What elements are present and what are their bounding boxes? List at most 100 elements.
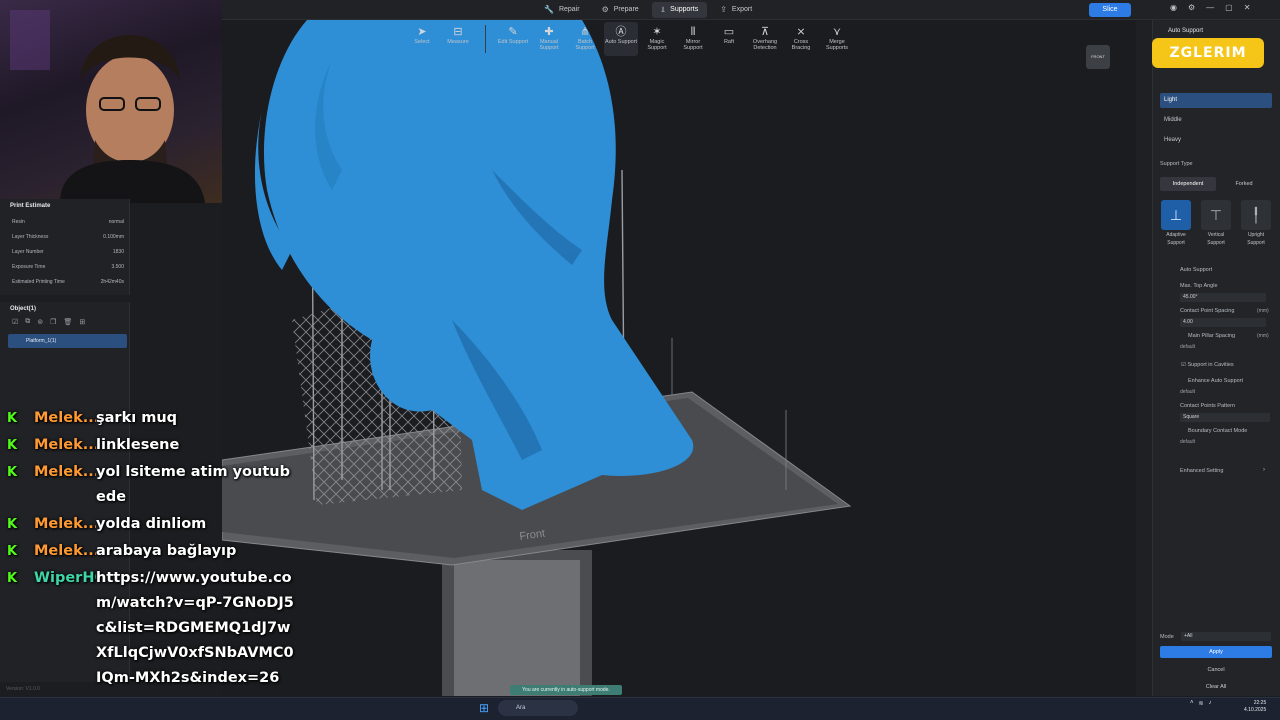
tool-select[interactable]: ➤ Select [405,22,439,56]
system-tray: ˄ ≋ ♪ [1190,700,1212,707]
apply-button[interactable]: Apply [1160,646,1272,658]
export-icon: ⇪ [720,5,727,14]
type-upright-support[interactable]: ╿ Upright Support [1239,200,1273,246]
type-caption: Support [1207,240,1225,246]
nav-supports[interactable]: ⫫ Supports [651,2,708,18]
nav-export[interactable]: ⇪ Export [711,2,761,18]
tool-batch-support[interactable]: ⋔ Batch Support [568,22,602,56]
cancel-button[interactable]: Cancel [1160,664,1272,676]
tool-mirror-support[interactable]: ⫴ Mirror Support [676,22,710,56]
estimate-value: 0.100mm [103,234,124,240]
density-heavy[interactable]: Heavy [1160,133,1272,148]
density-light[interactable]: Light [1160,93,1272,108]
tool-auto-support[interactable]: Ⓐ Auto Support [604,22,638,56]
taskbar [0,697,1280,720]
maximize-icon[interactable]: ▢ [1225,3,1233,12]
tool-label: Cross Bracing [791,39,811,51]
adaptive-support-icon: ⊥ [1161,200,1191,230]
windows-start-icon[interactable]: ⊞ [479,701,489,715]
chat-message: K Melek... şarkı muq [0,406,420,431]
button-label: Clear All [1205,684,1227,690]
estimate-key: Estimated Printing Time [12,279,65,285]
enhance-value[interactable]: default [1180,389,1195,395]
pillar-spacing-value[interactable]: default [1180,344,1195,350]
app-window: 🔧 Repair ⚙ Prepare ⫫ Supports ⇪ Export Slice… [0,0,1280,720]
close-icon[interactable]: ✕ [1244,3,1251,12]
tool-cross-bracing[interactable]: ⨯ Cross Bracing [784,22,818,56]
support-icon: ⫫ [660,5,666,14]
tool-overhang-detection[interactable]: ⊼ Overhang Detection [748,22,782,56]
tab-forked[interactable]: Forked [1216,177,1272,191]
nav-prepare[interactable]: ⚙ Prepare [593,2,648,18]
group-icon[interactable]: ⧉ [25,318,30,326]
tab-independent[interactable]: Independent [1160,177,1216,191]
estimate-row: Layer Number 1830 [0,245,129,260]
chat-text: şarkı muq [96,410,178,426]
chat-user: Melek... [34,464,96,480]
enhanced-setting-link[interactable]: Enhanced Setting [1180,468,1223,474]
speaker-icon[interactable]: ♪ [1209,700,1212,707]
tool-merge-supports[interactable]: ⋎ Merge Supports [820,22,854,56]
estimate-row: Layer Thickness 0.100mm [0,230,129,245]
link-icon[interactable]: ⊚ [37,318,43,326]
delete-icon[interactable]: 🗑 [63,318,72,326]
support-type-label: Support Type [1160,161,1193,167]
tool-raft[interactable]: ▭ Raft [712,22,746,56]
upright-support-icon: ╿ [1241,200,1271,230]
estimate-key: Exposure Time [12,264,46,270]
type-caption: Support [1247,240,1265,246]
minimize-icon[interactable]: — [1206,3,1214,12]
raft-icon: ▭ [723,26,735,38]
wifi-icon[interactable]: ≋ [1199,700,1204,707]
pattern-select[interactable]: Square [1180,413,1270,422]
support-cavities-checkbox[interactable]: ☑ Support in Cavities [1181,362,1234,368]
tab-label: Independent [1172,181,1204,187]
settings-icon[interactable]: ⚙ [1188,3,1195,12]
objects-title: Object(1) [10,306,37,312]
tool-magic-support[interactable]: ✶ Magic Support [640,22,674,56]
object-toolbar: ☑ ⧉ ⊚ ❐ 🗑 ⊞ [0,312,129,326]
chevron-right-icon[interactable]: › [1263,467,1265,473]
estimate-key: Layer Thickness [12,234,49,240]
chat-message: K Melek... linklesene [0,433,420,458]
max-top-angle-input[interactable]: 45.00° [1180,293,1266,302]
type-adaptive-support[interactable]: ⊥ Adaptive Support [1159,200,1193,246]
kick-icon: K [7,571,18,586]
nav-repair[interactable]: 🔧 Repair [535,2,589,18]
contact-spacing-input[interactable]: 4.00 [1180,318,1266,327]
kick-icon: K [7,465,18,480]
estimate-row: Resin normal [0,215,129,230]
tool-manual-support[interactable]: ✚ Manual Support [532,22,566,56]
tool-label: Manual Support [539,39,559,51]
webcam-overlay [0,0,222,203]
type-vertical-support[interactable]: ⊤ Vertical Support [1199,200,1233,246]
search-text: Ara [516,705,526,711]
tool-label: Mirror Support [683,39,703,51]
slice-button[interactable]: Slice [1089,3,1131,17]
mode-select[interactable]: +All [1181,632,1271,641]
taskbar-search[interactable]: Ara [498,700,578,716]
clear-all-button[interactable]: Clear All [1160,681,1272,693]
enhance-label: Enhance Auto Support [1188,378,1244,384]
boundary-value[interactable]: default [1180,439,1195,445]
tool-measure[interactable]: ⊟ Measure [441,22,475,56]
kick-icon: K [7,438,18,453]
object-list-item[interactable]: Platform_1(1) [8,334,127,348]
tool-edit-support[interactable]: ✎ Edit Support [496,22,530,56]
estimate-key: Layer Number [12,249,44,255]
tool-label: Select [414,39,430,45]
estimate-value: 1830 [112,249,124,255]
layers-icon[interactable]: ⊞ [79,318,85,326]
pillar-spacing-unit: (mm) [1257,333,1269,339]
nav-label: Prepare [613,6,639,13]
account-icon[interactable]: ◉ [1170,3,1177,12]
copy-icon[interactable]: ❐ [50,318,56,326]
support-toolbar: ➤ Select ⊟ Measure ✎ Edit Support ✚ Manual S… [405,22,854,56]
density-middle[interactable]: Middle [1160,113,1272,128]
taskbar-clock[interactable]: 22:25 4.10.2025 [1244,700,1266,714]
chevron-up-icon[interactable]: ˄ [1190,700,1194,707]
view-cube[interactable]: FRONT [1086,45,1110,69]
tool-label: Magic Support [647,39,667,51]
tool-label: Overhang Detection [752,39,778,51]
checkbox-icon[interactable]: ☑ [12,318,18,326]
